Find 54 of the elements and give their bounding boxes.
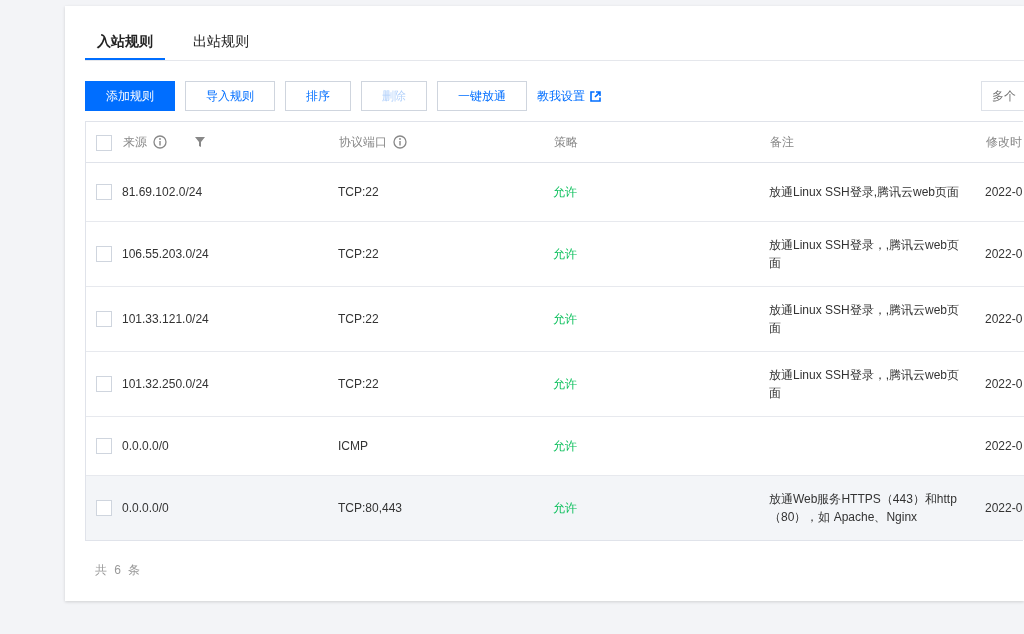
column-header: 修改时 xyxy=(986,133,1022,151)
port-cell: TCP:80,443 xyxy=(338,500,403,515)
row-checkbox[interactable] xyxy=(96,438,112,455)
time-cell: 2022-0 xyxy=(985,311,1023,326)
time-cell: 2022-0 xyxy=(985,184,1023,199)
note-cell-text: 放通Web服务HTTPS（443）和http（80），如 Apache、Nginx xyxy=(769,490,958,526)
port-cell: ICMP xyxy=(338,438,368,453)
row-checkbox[interactable] xyxy=(96,246,112,263)
select-all-checkbox[interactable] xyxy=(96,134,112,151)
policy-cell: 允许 xyxy=(553,311,577,326)
info-icon xyxy=(393,134,407,149)
note-cell-text: 放通Linux SSH登录，,腾讯云web页面 xyxy=(769,366,961,402)
note-cell-text: 放通Linux SSH登录,腾讯云web页面 xyxy=(769,183,961,201)
port-cell: TCP:22 xyxy=(338,376,379,391)
policy-cell: 允许 xyxy=(553,438,577,453)
filter-icon[interactable] xyxy=(195,136,205,147)
port-cell: TCP:22 xyxy=(338,246,379,261)
time-cell: 2022-0 xyxy=(985,438,1023,453)
row-checkbox[interactable] xyxy=(96,500,112,517)
toolbar-button[interactable]: 排序 xyxy=(285,81,351,111)
search-field[interactable]: 多个 xyxy=(981,81,1024,111)
info-icon xyxy=(153,134,167,149)
policy-cell: 允许 xyxy=(553,376,577,391)
tab[interactable]: 入站规则 xyxy=(85,31,165,60)
source-cell: 0.0.0.0/0 xyxy=(122,438,169,453)
column-header: 备注 xyxy=(770,133,794,151)
total-count: 共 6 条 xyxy=(94,561,144,579)
policy-cell: 允许 xyxy=(553,184,577,199)
help-link[interactable]: 教我设置 xyxy=(537,87,601,105)
port-cell: TCP:22 xyxy=(338,184,379,199)
source-cell: 101.32.250.0/24 xyxy=(122,376,209,391)
toolbar-button[interactable]: 一键放通 xyxy=(437,81,527,111)
note-cell-text: 放通Linux SSH登录，,腾讯云web页面 xyxy=(769,236,961,272)
source-cell: 101.33.121.0/24 xyxy=(122,311,209,326)
toolbar-button[interactable]: 导入规则 xyxy=(185,81,275,111)
time-cell: 2022-0 xyxy=(985,500,1023,515)
column-header: 来源 xyxy=(123,133,147,151)
source-cell: 0.0.0.0/0 xyxy=(122,500,169,515)
policy-cell: 允许 xyxy=(553,500,577,515)
row-checkbox[interactable] xyxy=(96,184,112,201)
column-header: 策略 xyxy=(554,133,578,151)
note-cell-text: 放通Linux SSH登录，,腾讯云web页面 xyxy=(769,301,961,337)
source-cell: 81.69.102.0/24 xyxy=(122,184,203,199)
time-cell: 2022-0 xyxy=(985,376,1023,391)
row-checkbox[interactable] xyxy=(96,376,112,393)
policy-cell: 允许 xyxy=(553,246,577,261)
port-cell: TCP:22 xyxy=(338,311,379,326)
external-link-icon xyxy=(590,90,601,102)
source-cell: 106.55.203.0/24 xyxy=(122,246,209,261)
time-cell: 2022-0 xyxy=(985,246,1023,261)
column-header: 协议端口 xyxy=(339,133,387,151)
toolbar-button[interactable]: 添加规则 xyxy=(85,81,175,111)
tab[interactable]: 出站规则 xyxy=(181,31,261,60)
row-checkbox[interactable] xyxy=(96,311,112,328)
